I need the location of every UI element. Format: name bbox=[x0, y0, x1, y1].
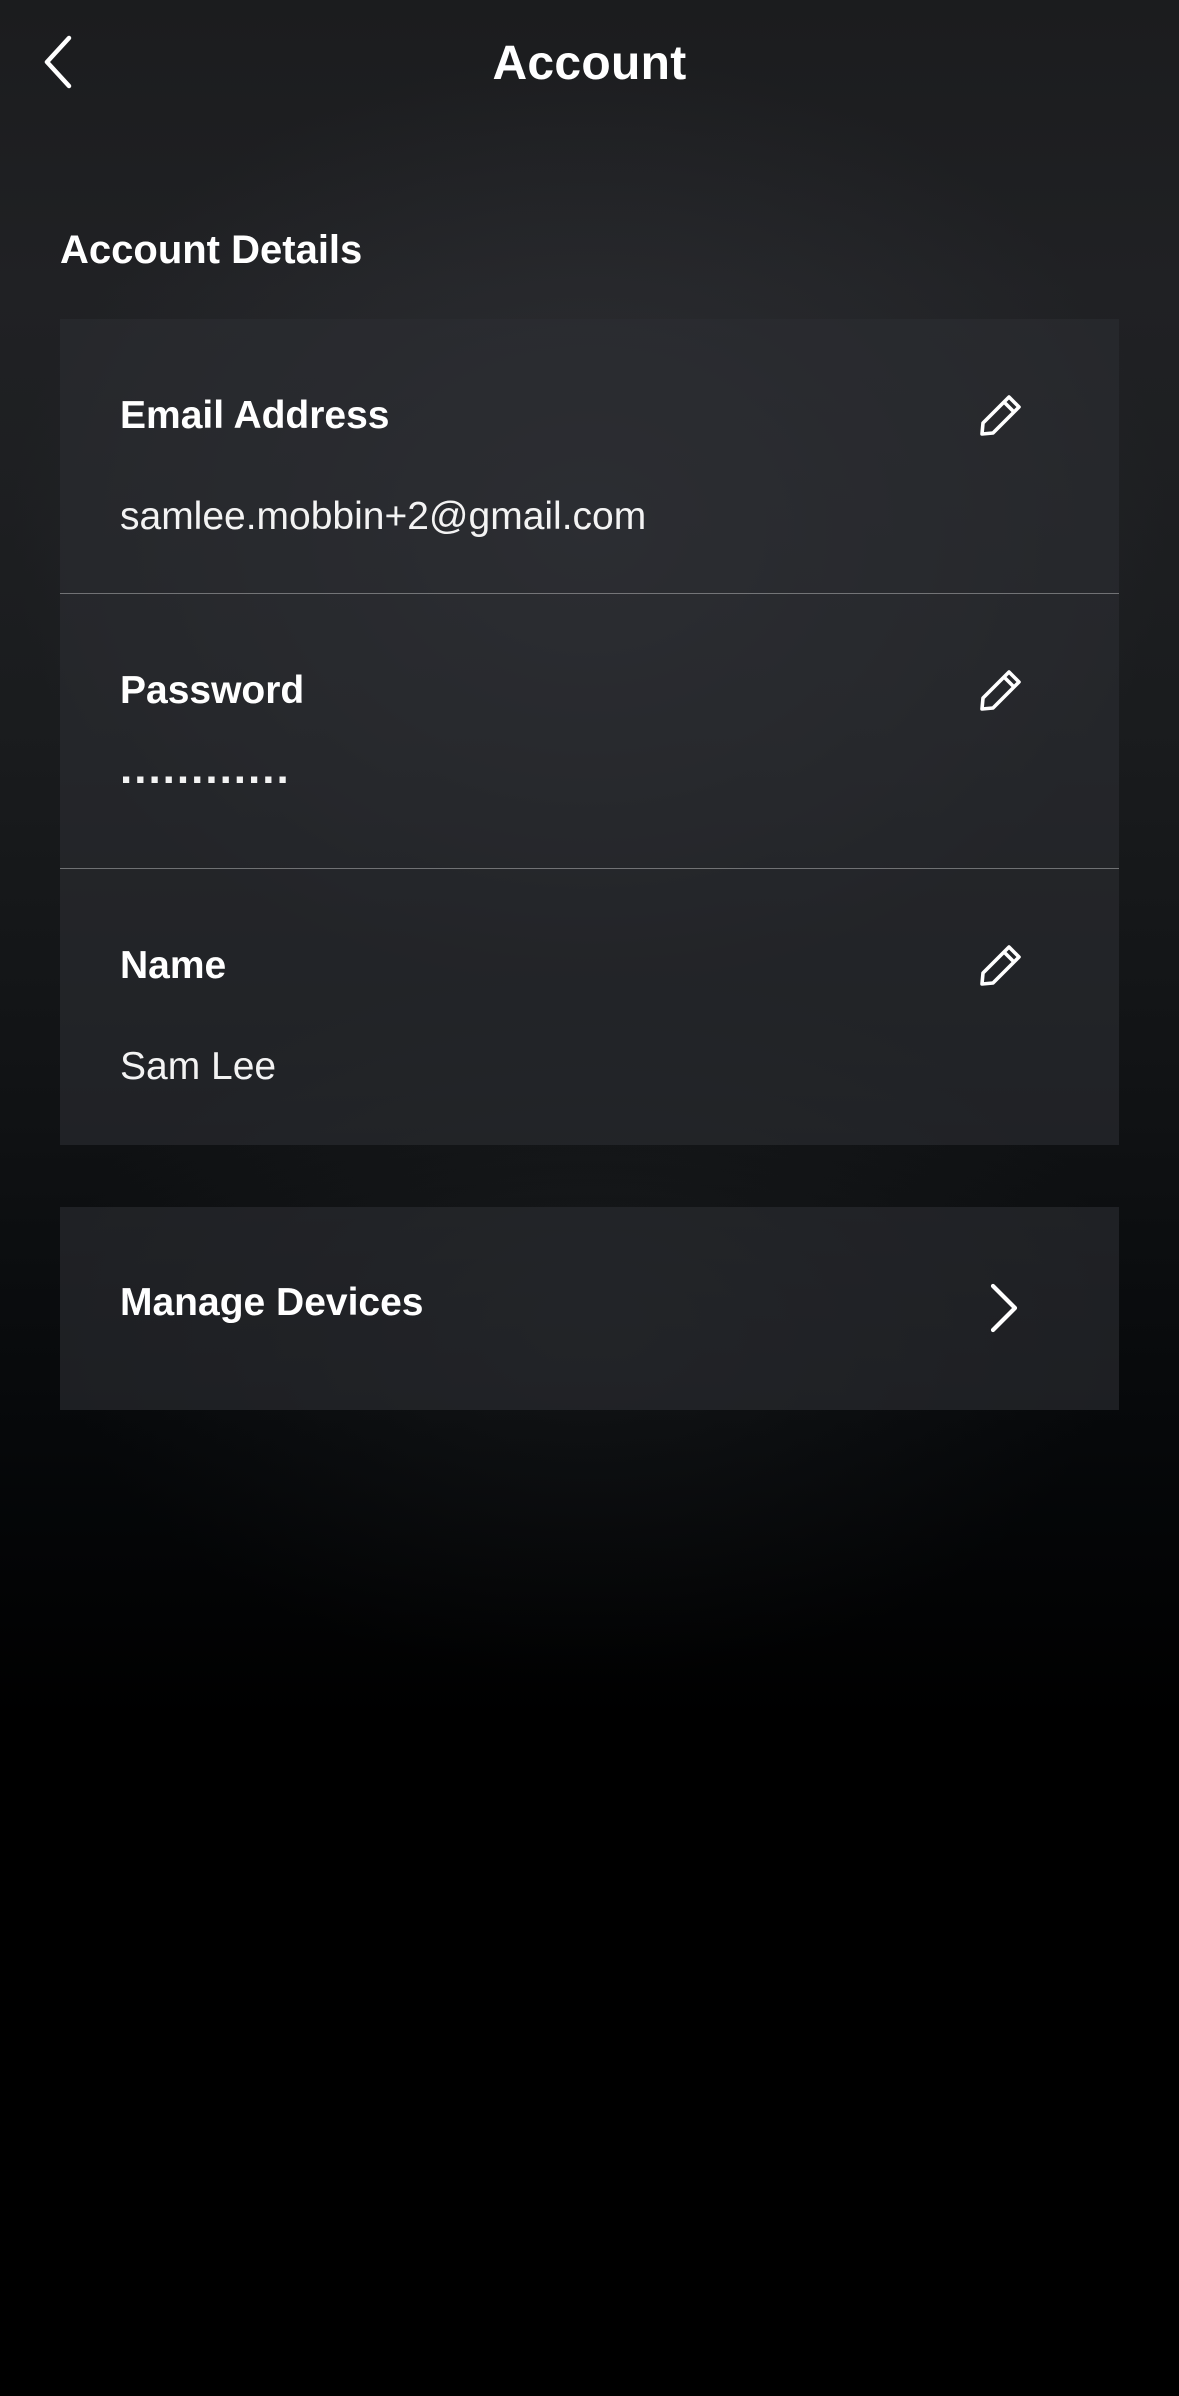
password-row: Password ............ bbox=[60, 594, 1119, 869]
chevron-right-icon bbox=[990, 1283, 1018, 1333]
section-title-account-details: Account Details bbox=[60, 228, 363, 272]
edit-password-button[interactable] bbox=[975, 664, 1027, 716]
password-label: Password bbox=[120, 669, 305, 712]
name-value: Sam Lee bbox=[120, 1045, 277, 1088]
manage-devices-button[interactable]: Manage Devices bbox=[60, 1207, 1119, 1410]
password-value: ............ bbox=[120, 744, 291, 793]
email-address-label: Email Address bbox=[120, 394, 390, 437]
email-address-row: Email Address samlee.mobbin+2@gmail.com bbox=[60, 319, 1119, 594]
pencil-icon bbox=[980, 395, 1021, 436]
edit-name-button[interactable] bbox=[975, 939, 1027, 991]
email-address-value: samlee.mobbin+2@gmail.com bbox=[120, 495, 647, 538]
page-title: Account bbox=[492, 37, 687, 90]
pencil-icon bbox=[980, 945, 1021, 986]
name-label: Name bbox=[120, 944, 227, 987]
top-bar: Account bbox=[0, 0, 1179, 134]
manage-devices-label: Manage Devices bbox=[120, 1281, 424, 1324]
edit-email-button[interactable] bbox=[975, 389, 1027, 441]
account-details-card: Email Address samlee.mobbin+2@gmail.com … bbox=[60, 319, 1119, 1145]
pencil-icon bbox=[980, 670, 1021, 711]
name-row: Name Sam Lee bbox=[60, 869, 1119, 1145]
